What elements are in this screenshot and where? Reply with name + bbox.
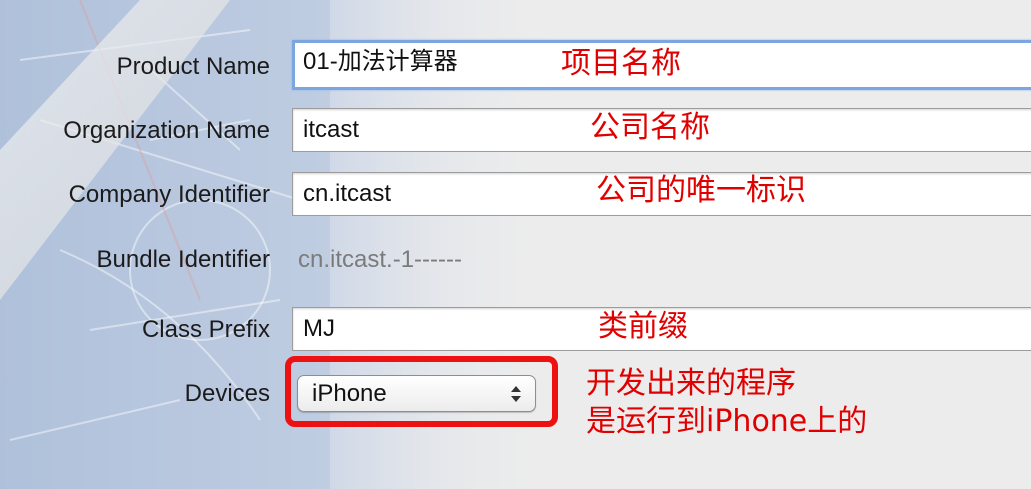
devices-popup-button[interactable]: iPhone — [297, 375, 536, 412]
product-name-value: 01-加法计算器 — [303, 48, 458, 75]
company-identifier-annotation: 公司的唯一标识 — [596, 173, 806, 208]
bundle-identifier-value: cn.itcast.-1------ — [298, 246, 462, 273]
company-identifier-value: cn.itcast — [303, 180, 392, 207]
company-identifier-label: Company Identifier — [68, 181, 270, 208]
up-down-chevron-icon — [511, 386, 521, 402]
devices-popup-value: iPhone — [312, 380, 387, 407]
organization-name-label: Organization Name — [63, 117, 270, 144]
devices-annotation-line1: 开发出来的程序 — [586, 366, 796, 401]
organization-name-annotation: 公司名称 — [590, 110, 710, 145]
class-prefix-label: Class Prefix — [141, 316, 270, 343]
class-prefix-annotation: 类前缀 — [598, 309, 688, 344]
bundle-identifier-label: Bundle Identifier — [96, 246, 270, 273]
product-name-label: Product Name — [116, 53, 270, 80]
devices-annotation-line2: 是运行到iPhone上的 — [586, 404, 868, 439]
organization-name-value: itcast — [303, 116, 360, 143]
devices-label: Devices — [184, 380, 270, 407]
product-name-annotation: 项目名称 — [561, 46, 681, 81]
class-prefix-value: MJ — [303, 315, 335, 342]
